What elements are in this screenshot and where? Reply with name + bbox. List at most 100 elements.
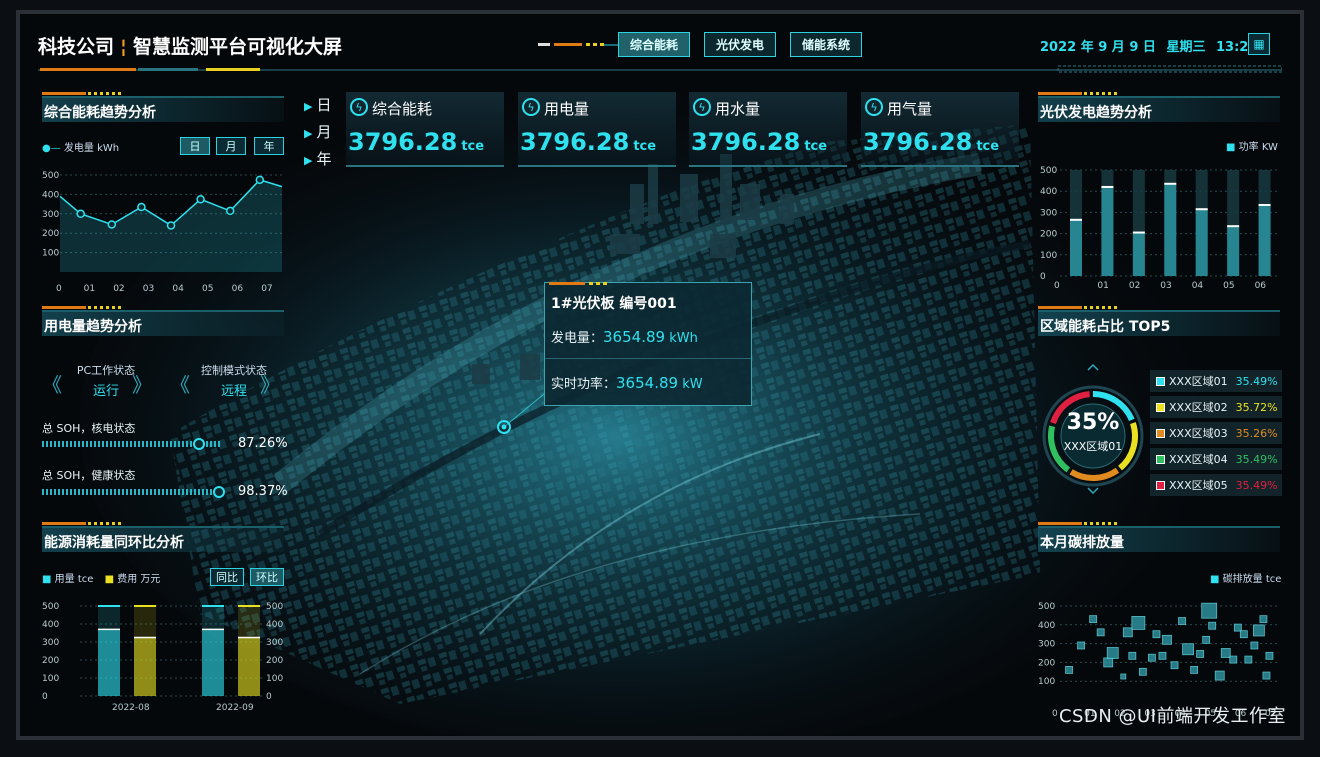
weekday-text: 星期三 xyxy=(1166,40,1206,55)
chevron-left-icon: 《 xyxy=(170,373,190,397)
bar xyxy=(1164,183,1177,276)
period-month[interactable]: ▶ 月 xyxy=(304,121,331,142)
scatter-point xyxy=(1138,667,1147,676)
y-tick-label: 500 xyxy=(42,602,59,612)
scatter-point xyxy=(1190,666,1199,674)
scatter-point xyxy=(1065,666,1073,674)
kpi-label: 用电量 xyxy=(544,100,590,118)
y-tick-label: 300 xyxy=(42,210,59,220)
x-tick-label: 2022-08 xyxy=(112,703,150,713)
chevron-up-icon xyxy=(1087,364,1099,371)
y-tick-label: 400 xyxy=(42,190,59,200)
dashboard-frame: 科技公司 ¦ 智慧监测平台可视化大屏 综合能耗 光伏发电 储能系统 2022 年 9… xyxy=(16,10,1304,740)
legend-swatch xyxy=(1156,480,1165,490)
kpi-label: 用水量 xyxy=(715,100,761,118)
region-name: XXX区域04 xyxy=(1169,453,1228,466)
tab-day[interactable]: 日 xyxy=(180,137,210,155)
tab-year[interactable]: 年 xyxy=(254,137,284,155)
bar xyxy=(202,629,224,696)
x-tick-label: 01 xyxy=(1097,281,1108,291)
scatter-point xyxy=(1089,615,1098,624)
x-tick-label: 03 xyxy=(1160,281,1171,291)
kpi-card-power: ϟ 用电量 3796.28 tce xyxy=(518,92,676,167)
nav-tab-storage[interactable]: 储能系统 xyxy=(790,32,862,57)
legend-generation: ●— 发电量 kWh xyxy=(42,143,120,154)
legend-swatch xyxy=(1156,454,1165,464)
chevron-right-icon: 》 xyxy=(132,373,152,397)
chevron-left-icon: 《 xyxy=(42,373,62,397)
soh1-label: 总 SOH，核电状态 xyxy=(42,422,136,435)
y-tick-label: 100 xyxy=(42,249,59,259)
legend-text: 碳排放量 tce xyxy=(1222,574,1282,585)
scatter-point xyxy=(1265,651,1274,660)
legend-text: 功率 KW xyxy=(1238,142,1278,153)
region-name: XXX区域01 xyxy=(1169,375,1228,388)
region-legend-item[interactable]: XXX区域01 35.49% xyxy=(1150,370,1282,392)
scatter-point xyxy=(1202,635,1211,644)
y2-tick-label: 0 xyxy=(266,692,272,702)
nav-tab-pv[interactable]: 光伏发电 xyxy=(704,32,776,57)
status-control-label: 控制模式状态 xyxy=(201,364,267,377)
region-percent: 35.49% xyxy=(1235,478,1278,492)
period-year[interactable]: ▶ 年 xyxy=(304,148,331,169)
y-tick-label: 200 xyxy=(42,656,59,666)
tab-mom[interactable]: 环比 xyxy=(250,568,284,586)
tab-yoy[interactable]: 同比 xyxy=(210,568,244,586)
bar xyxy=(98,629,120,696)
region-legend-item[interactable]: XXX区域04 35.49% xyxy=(1150,448,1282,470)
scatter-point xyxy=(1259,615,1268,624)
donut-slice xyxy=(1069,467,1120,481)
scatter-point xyxy=(1262,671,1271,680)
kpi-card-water: ϟ 用水量 3796.28 tce xyxy=(689,92,847,167)
y-tick-label: 100 xyxy=(42,674,59,684)
y2-tick-label: 300 xyxy=(266,638,283,648)
region-percent: 35.26% xyxy=(1235,426,1278,440)
scatter-point xyxy=(1158,651,1167,660)
data-point xyxy=(166,221,176,230)
y-tick-label: 100 xyxy=(1040,251,1057,261)
region-legend-item[interactable]: XXX区域03 35.26% xyxy=(1150,422,1282,444)
y-tick-label: 200 xyxy=(1040,230,1057,240)
scatter-point xyxy=(1096,628,1105,637)
grid-menu-icon[interactable]: ▦ xyxy=(1248,33,1270,55)
section-title-text: 综合能耗趋势分析 xyxy=(44,105,156,121)
watermark: CSDN @UI前端开发工作室 xyxy=(1058,706,1286,727)
region-legend-item[interactable]: XXX区域05 35.49% xyxy=(1150,474,1282,496)
tab-month[interactable]: 月 xyxy=(216,137,246,155)
header-underline xyxy=(38,65,1282,73)
nav-tab-energy[interactable]: 综合能耗 xyxy=(618,32,690,57)
tooltip-gen-value: 3654.89 xyxy=(603,328,666,346)
chevron-down-icon xyxy=(1087,487,1099,494)
x-tick-label: 0 xyxy=(1052,709,1058,719)
kpi-number: 3796.28 xyxy=(691,128,801,156)
scatter-point xyxy=(1233,623,1242,632)
legend-text: 发电量 kWh xyxy=(63,143,120,154)
section-title-text: 光伏发电趋势分析 xyxy=(1040,105,1152,121)
section-title-region-top5: 区域能耗占比 TOP5 xyxy=(1038,306,1280,336)
y-tick-label: 100 xyxy=(1038,677,1055,687)
region-legend-item[interactable]: XXX区域02 35.72% xyxy=(1150,396,1282,418)
y2-tick-label: 400 xyxy=(266,620,283,630)
section-title-text: 本月碳排放量 xyxy=(1040,535,1124,551)
lightning-icon: ϟ xyxy=(522,98,540,116)
y2-tick-label: 500 xyxy=(266,602,283,612)
bar xyxy=(1101,186,1114,276)
y-tick-label: 300 xyxy=(1040,208,1057,218)
scatter-point xyxy=(1244,655,1253,664)
scatter-point xyxy=(1253,624,1265,637)
kpi-value: 3796.28 tce xyxy=(863,128,999,156)
kpi-value: 3796.28 tce xyxy=(520,128,656,156)
data-point xyxy=(196,195,205,204)
y2-tick-label: 100 xyxy=(266,674,283,684)
scatter-point xyxy=(1120,673,1127,680)
company-name: 科技公司 xyxy=(38,36,115,58)
bar-chart-consumption: 0 100 200 300 400 500 0 100 200 300 400 500 2022-08 2… xyxy=(42,602,283,713)
kpi-unit: tce xyxy=(804,139,828,154)
tooltip-title: 1#光伏板 编号001 xyxy=(551,296,677,312)
period-day[interactable]: ▶ 日 xyxy=(304,94,331,115)
header-deco-icon xyxy=(538,43,618,46)
section-title-text: 能源消耗量同环比分析 xyxy=(44,535,184,551)
data-point xyxy=(137,202,146,212)
bar xyxy=(238,637,260,696)
date-text: 2022 年 9 月 9 日 xyxy=(1040,40,1156,55)
